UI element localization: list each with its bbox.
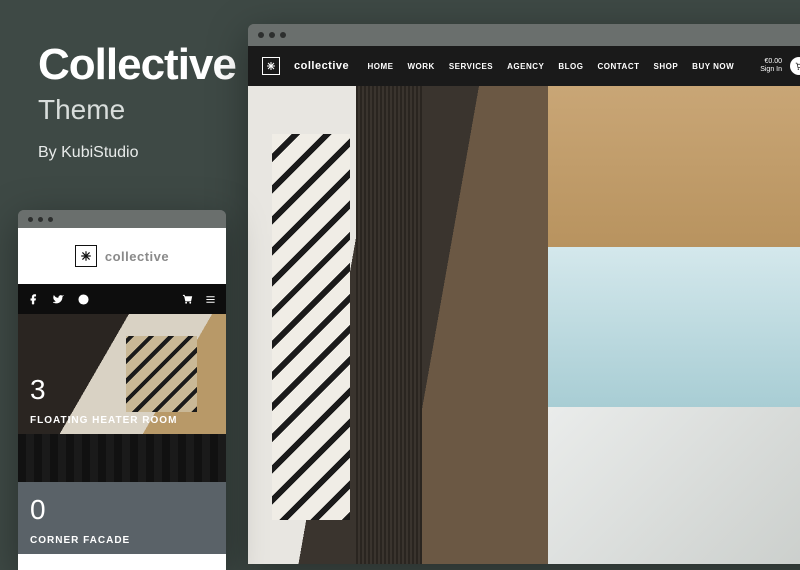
mobile-toolbar — [18, 284, 226, 314]
nav-item-shop[interactable]: SHOP — [654, 62, 679, 71]
hamburger-menu-icon[interactable] — [205, 294, 216, 305]
mobile-header: collective — [18, 228, 226, 284]
window-dot — [38, 217, 43, 222]
twitter-icon[interactable] — [53, 294, 64, 305]
page-header: Collective Theme By KubiStudio — [38, 40, 236, 162]
window-dot — [28, 217, 33, 222]
mobile-preview-window: collective 3 FLOATING HEATER ROOM 0 CORN… — [18, 210, 226, 570]
cart-price: €0.00 — [760, 58, 782, 66]
project-card[interactable]: 3 FLOATING HEATER ROOM — [18, 314, 226, 434]
brand-name[interactable]: collective — [105, 249, 169, 264]
nav-item-work[interactable]: WORK — [408, 62, 435, 71]
dribbble-icon[interactable] — [78, 294, 89, 305]
nav-item-home[interactable]: HOME — [368, 62, 394, 71]
hero-thumb[interactable] — [548, 247, 800, 408]
project-caption: FLOATING HEATER ROOM — [30, 415, 177, 426]
window-dot — [258, 32, 264, 38]
brand-logo-icon[interactable] — [262, 57, 280, 75]
window-titlebar — [18, 210, 226, 228]
nav-item-blog[interactable]: BLOG — [558, 62, 583, 71]
theme-byline: By KubiStudio — [38, 144, 236, 162]
nav-item-contact[interactable]: CONTACT — [597, 62, 639, 71]
window-titlebar — [248, 24, 800, 46]
hero-main-image[interactable] — [248, 86, 548, 564]
theme-title: Collective — [38, 40, 236, 90]
theme-subtitle: Theme — [38, 94, 236, 126]
mobile-project-list: 3 FLOATING HEATER ROOM 0 CORNER FACADE — [18, 314, 226, 554]
window-dot — [280, 32, 286, 38]
site-navbar: collective HOME WORK SERVICES AGENCY BLO… — [248, 46, 800, 86]
brand-logo-icon[interactable] — [75, 245, 97, 267]
project-caption: CORNER FACADE — [30, 535, 130, 546]
nav-item-agency[interactable]: AGENCY — [507, 62, 544, 71]
window-dot — [48, 217, 53, 222]
project-number: 0 — [30, 494, 46, 526]
signin-link[interactable]: Sign In — [760, 66, 782, 74]
desktop-preview-window: collective HOME WORK SERVICES AGENCY BLO… — [248, 24, 800, 564]
cart-summary[interactable]: €0.00 Sign In — [760, 58, 782, 75]
hero-thumb[interactable] — [548, 407, 800, 564]
hero-thumb[interactable] — [548, 86, 800, 247]
hero-side-column — [548, 86, 800, 564]
brand-name[interactable]: collective — [294, 60, 349, 72]
project-number: 3 — [30, 374, 46, 406]
nav-item-buynow[interactable]: BUY NOW — [692, 62, 734, 71]
window-dot — [269, 32, 275, 38]
hero-gallery — [248, 86, 800, 564]
cart-icon[interactable] — [182, 294, 193, 305]
nav-item-services[interactable]: SERVICES — [449, 62, 493, 71]
primary-nav: HOME WORK SERVICES AGENCY BLOG CONTACT S… — [368, 62, 735, 71]
project-card[interactable]: 0 CORNER FACADE — [18, 434, 226, 554]
cart-button[interactable]: 0 — [790, 57, 800, 75]
facebook-icon[interactable] — [28, 294, 39, 305]
